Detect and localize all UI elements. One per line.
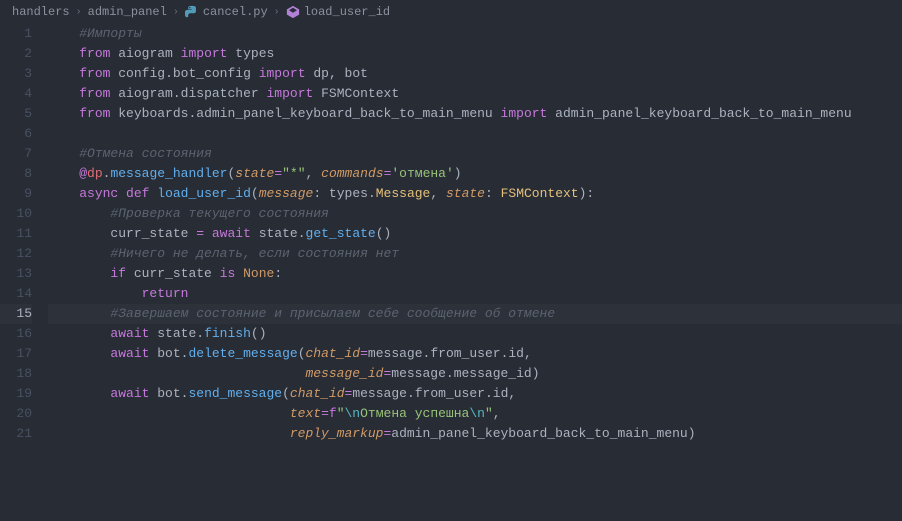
line-number: 2 xyxy=(0,44,32,64)
code-line[interactable]: #Завершаем состояние и присылаем себе со… xyxy=(48,304,902,324)
line-number: 14 xyxy=(0,284,32,304)
chevron-right-icon: › xyxy=(274,7,280,18)
code-line[interactable]: from aiogram import types xyxy=(48,44,902,64)
line-number: 5 xyxy=(0,104,32,124)
line-number: 18 xyxy=(0,364,32,384)
breadcrumb-subfolder[interactable]: admin_panel xyxy=(88,5,167,19)
code-line[interactable]: return xyxy=(48,284,902,304)
breadcrumb-symbol[interactable]: load_user_id xyxy=(286,5,390,19)
code-line[interactable]: if curr_state is None: xyxy=(48,264,902,284)
code-line[interactable]: await bot.delete_message(chat_id=message… xyxy=(48,344,902,364)
code-editor[interactable]: 123456789101112131415161718192021 #Импор… xyxy=(0,24,902,444)
code-line[interactable]: message_id=message.message_id) xyxy=(48,364,902,384)
code-line[interactable]: reply_markup=admin_panel_keyboard_back_t… xyxy=(48,424,902,444)
code-line[interactable]: #Проверка текущего состояния xyxy=(48,204,902,224)
code-line[interactable]: await state.finish() xyxy=(48,324,902,344)
line-number: 21 xyxy=(0,424,32,444)
code-line[interactable]: await bot.send_message(chat_id=message.f… xyxy=(48,384,902,404)
line-number: 10 xyxy=(0,204,32,224)
code-line[interactable]: #Ничего не делать, если состояния нет xyxy=(48,244,902,264)
code-line[interactable]: #Отмена состояния xyxy=(48,144,902,164)
line-number: 7 xyxy=(0,144,32,164)
code-line[interactable]: async def load_user_id(message: types.Me… xyxy=(48,184,902,204)
line-number: 1 xyxy=(0,24,32,44)
line-number: 11 xyxy=(0,224,32,244)
breadcrumb-symbol-label: load_user_id xyxy=(304,5,390,19)
code-area[interactable]: #Импорты from aiogram import types from … xyxy=(48,24,902,444)
line-number: 17 xyxy=(0,344,32,364)
python-file-icon xyxy=(185,5,199,19)
line-number: 8 xyxy=(0,164,32,184)
line-number: 4 xyxy=(0,84,32,104)
code-line[interactable]: #Импорты xyxy=(48,24,902,44)
line-number: 16 xyxy=(0,324,32,344)
line-number: 15 xyxy=(0,304,32,324)
breadcrumb-file[interactable]: cancel.py xyxy=(185,5,268,19)
line-number: 19 xyxy=(0,384,32,404)
breadcrumb-folder-label: handlers xyxy=(12,5,70,19)
code-line[interactable]: text=f"\nОтмена успешна\n", xyxy=(48,404,902,424)
line-number: 3 xyxy=(0,64,32,84)
code-line[interactable]: from config.bot_config import dp, bot xyxy=(48,64,902,84)
breadcrumb: handlers › admin_panel › cancel.py › loa… xyxy=(0,0,902,24)
line-number: 9 xyxy=(0,184,32,204)
code-line[interactable]: from keyboards.admin_panel_keyboard_back… xyxy=(48,104,902,124)
breadcrumb-file-label: cancel.py xyxy=(203,5,268,19)
code-line[interactable]: from aiogram.dispatcher import FSMContex… xyxy=(48,84,902,104)
breadcrumb-folder[interactable]: handlers xyxy=(12,5,70,19)
line-number: 13 xyxy=(0,264,32,284)
line-number: 20 xyxy=(0,404,32,424)
chevron-right-icon: › xyxy=(173,7,179,18)
line-number-gutter: 123456789101112131415161718192021 xyxy=(0,24,48,444)
code-line[interactable]: curr_state = await state.get_state() xyxy=(48,224,902,244)
line-number: 6 xyxy=(0,124,32,144)
code-line[interactable]: @dp.message_handler(state="*", commands=… xyxy=(48,164,902,184)
chevron-right-icon: › xyxy=(76,7,82,18)
breadcrumb-subfolder-label: admin_panel xyxy=(88,5,167,19)
line-number: 12 xyxy=(0,244,32,264)
code-line[interactable] xyxy=(48,124,902,144)
function-icon xyxy=(286,5,300,19)
